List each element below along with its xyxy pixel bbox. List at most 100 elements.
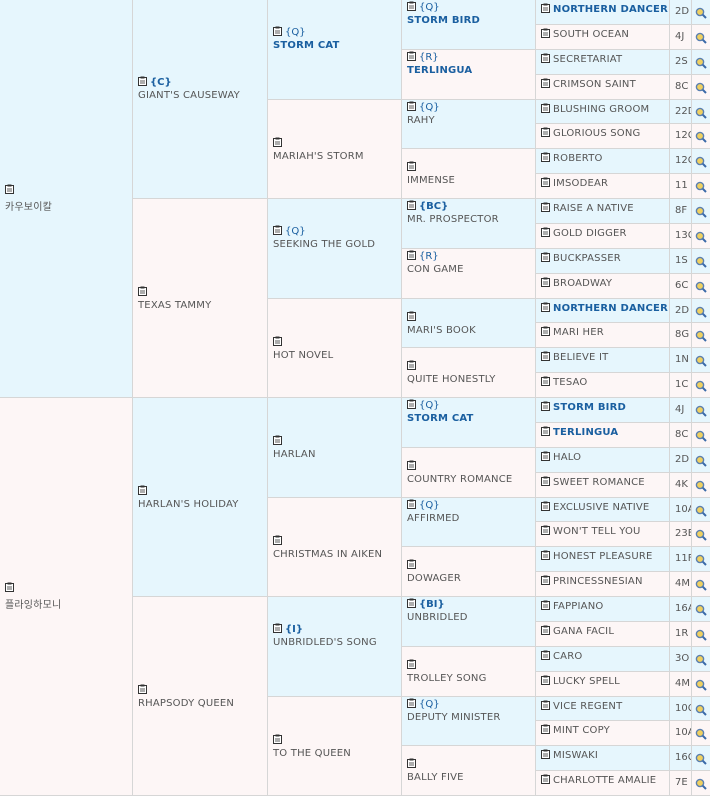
magnifier-icon[interactable] xyxy=(692,224,710,249)
horse-name[interactable]: STORM CAT xyxy=(273,40,399,51)
horse-name[interactable]: STORM CAT xyxy=(407,413,533,424)
horse-name[interactable]: NORTHERN DANCER xyxy=(553,303,668,314)
magnifier-icon[interactable] xyxy=(692,100,710,124)
magnifier-icon[interactable] xyxy=(692,746,710,771)
horse-name[interactable]: MISWAKI xyxy=(553,750,598,761)
magnifier-icon[interactable] xyxy=(692,0,710,25)
clipboard-icon[interactable] xyxy=(407,499,416,509)
horse-name[interactable]: MR. PROSPECTOR xyxy=(407,214,533,225)
magnifier-icon[interactable] xyxy=(692,622,710,647)
horse-name[interactable]: QUITE HONESTLY xyxy=(407,374,533,385)
horse-name[interactable]: HARLAN xyxy=(273,449,399,460)
horse-name[interactable]: GANA FACIL xyxy=(553,626,614,637)
horse-name[interactable]: SOUTH OCEAN xyxy=(553,29,629,40)
horse-name[interactable]: CON GAME xyxy=(407,264,533,275)
clipboard-icon[interactable] xyxy=(541,700,550,710)
magnifier-icon[interactable] xyxy=(692,398,710,423)
magnifier-icon[interactable] xyxy=(692,249,710,274)
horse-name[interactable]: HONEST PLEASURE xyxy=(553,551,653,562)
clipboard-icon[interactable] xyxy=(407,200,416,210)
clipboard-icon[interactable] xyxy=(541,277,550,287)
magnifier-icon[interactable] xyxy=(692,647,710,672)
horse-name[interactable]: COUNTRY ROMANCE xyxy=(407,474,533,485)
horse-name[interactable]: HOT NOVEL xyxy=(273,350,399,361)
clipboard-icon[interactable] xyxy=(541,625,550,635)
clipboard-icon[interactable] xyxy=(541,476,550,486)
clipboard-icon[interactable] xyxy=(273,435,282,445)
horse-name[interactable]: RAISE A NATIVE xyxy=(553,203,634,214)
clipboard-icon[interactable] xyxy=(541,575,550,585)
magnifier-icon[interactable] xyxy=(692,174,710,199)
clipboard-icon[interactable] xyxy=(5,582,14,592)
horse-name[interactable]: SEEKING THE GOLD xyxy=(273,239,399,250)
horse-name[interactable]: RHAPSODY QUEEN xyxy=(138,698,265,709)
horse-name[interactable]: IMSODEAR xyxy=(553,178,608,189)
magnifier-icon[interactable] xyxy=(692,373,710,398)
clipboard-icon[interactable] xyxy=(541,28,550,38)
magnifier-icon[interactable] xyxy=(692,124,710,149)
horse-name[interactable]: STORM BIRD xyxy=(553,402,626,413)
clipboard-icon[interactable] xyxy=(407,460,416,470)
magnifier-icon[interactable] xyxy=(692,547,710,572)
clipboard-icon[interactable] xyxy=(407,598,416,608)
clipboard-icon[interactable] xyxy=(407,161,416,171)
horse-name[interactable]: CHRISTMAS IN AIKEN xyxy=(273,549,399,560)
horse-name[interactable]: SECRETARIAT xyxy=(553,54,622,65)
horse-name[interactable]: UNBRIDLED xyxy=(407,612,533,623)
clipboard-icon[interactable] xyxy=(541,53,550,63)
clipboard-icon[interactable] xyxy=(407,559,416,569)
magnifier-icon[interactable] xyxy=(692,498,710,522)
magnifier-icon[interactable] xyxy=(692,473,710,498)
clipboard-icon[interactable] xyxy=(541,426,550,436)
magnifier-icon[interactable] xyxy=(692,149,710,174)
clipboard-icon[interactable] xyxy=(407,250,416,260)
horse-name[interactable]: 플라잉하모니 xyxy=(5,596,130,611)
clipboard-icon[interactable] xyxy=(407,399,416,409)
horse-name[interactable]: BALLY FIVE xyxy=(407,772,533,783)
clipboard-icon[interactable] xyxy=(541,302,550,312)
clipboard-icon[interactable] xyxy=(541,550,550,560)
clipboard-icon[interactable] xyxy=(541,401,550,411)
clipboard-icon[interactable] xyxy=(273,734,282,744)
magnifier-icon[interactable] xyxy=(692,323,710,348)
magnifier-icon[interactable] xyxy=(692,771,710,796)
clipboard-icon[interactable] xyxy=(407,1,416,11)
horse-name[interactable]: MARI HER xyxy=(553,327,604,338)
horse-name[interactable]: HARLAN'S HOLIDAY xyxy=(138,499,265,510)
clipboard-icon[interactable] xyxy=(407,311,416,321)
magnifier-icon[interactable] xyxy=(692,597,710,622)
horse-name[interactable]: WON'T TELL YOU xyxy=(553,526,641,537)
clipboard-icon[interactable] xyxy=(407,659,416,669)
horse-name[interactable]: BUCKPASSER xyxy=(553,253,621,264)
clipboard-icon[interactable] xyxy=(407,758,416,768)
horse-name[interactable]: TERLINGUA xyxy=(407,65,533,76)
clipboard-icon[interactable] xyxy=(541,501,550,511)
clipboard-icon[interactable] xyxy=(138,485,147,495)
clipboard-icon[interactable] xyxy=(273,137,282,147)
clipboard-icon[interactable] xyxy=(541,600,550,610)
clipboard-icon[interactable] xyxy=(273,623,282,633)
horse-name[interactable]: MARI'S BOOK xyxy=(407,325,533,336)
horse-name[interactable]: UNBRIDLED'S SONG xyxy=(273,637,399,648)
horse-name[interactable]: CHARLOTTE AMALIE xyxy=(553,775,656,786)
clipboard-icon[interactable] xyxy=(138,286,147,296)
clipboard-icon[interactable] xyxy=(407,101,416,111)
horse-name[interactable]: LUCKY SPELL xyxy=(553,676,620,687)
horse-name[interactable]: RAHY xyxy=(407,115,533,126)
clipboard-icon[interactable] xyxy=(541,774,550,784)
horse-name[interactable]: ROBERTO xyxy=(553,153,603,164)
horse-name[interactable]: EXCLUSIVE NATIVE xyxy=(553,502,649,513)
clipboard-icon[interactable] xyxy=(541,451,550,461)
horse-name[interactable]: DOWAGER xyxy=(407,573,533,584)
magnifier-icon[interactable] xyxy=(692,75,710,100)
horse-name[interactable]: TEXAS TAMMY xyxy=(138,300,265,311)
magnifier-icon[interactable] xyxy=(692,299,710,323)
clipboard-icon[interactable] xyxy=(5,184,14,194)
horse-name[interactable]: 카우보이칼 xyxy=(5,198,130,213)
clipboard-icon[interactable] xyxy=(138,684,147,694)
clipboard-icon[interactable] xyxy=(138,76,147,86)
horse-name[interactable]: FAPPIANO xyxy=(553,601,603,612)
horse-name[interactable]: PRINCESSNESIAN xyxy=(553,576,643,587)
magnifier-icon[interactable] xyxy=(692,721,710,746)
horse-name[interactable]: GLORIOUS SONG xyxy=(553,128,641,139)
